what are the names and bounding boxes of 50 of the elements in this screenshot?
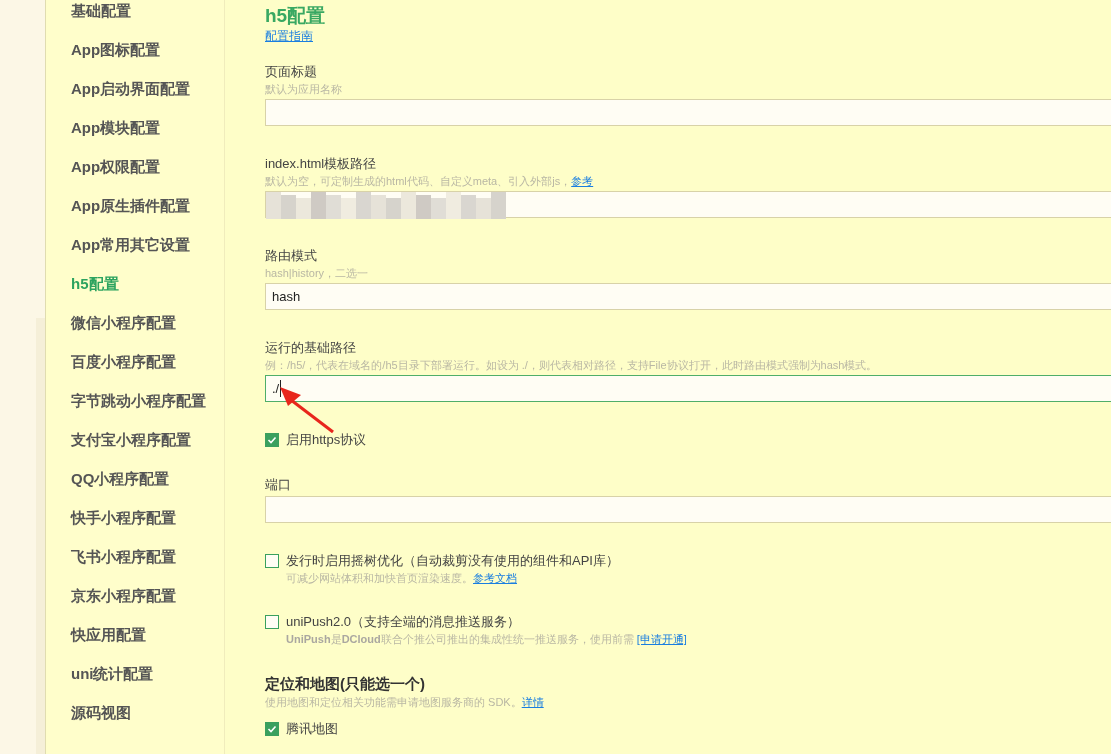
sidebar-item[interactable]: 微信小程序配置 [46,304,224,343]
sidebar-item[interactable]: 支付宝小程序配置 [46,421,224,460]
input-field[interactable] [265,496,1111,523]
sidebar-item[interactable]: App模块配置 [46,109,224,148]
check-icon [267,724,277,734]
checkbox[interactable] [265,433,279,447]
hint-text: 默认为空，可定制生成的html代码、自定义meta、引入外部js，参考 [265,174,595,189]
sidebar-item[interactable]: 快应用配置 [46,616,224,655]
sidebar-item[interactable]: 飞书小程序配置 [46,538,224,577]
sidebar-item[interactable]: 基础配置 [46,0,224,31]
check-icon [267,435,277,445]
sidebar-item[interactable]: App原生插件配置 [46,187,224,226]
field-label: 端口 [265,476,292,494]
sidebar-item[interactable]: App权限配置 [46,148,224,187]
page-title: h5配置 [265,4,327,28]
hint-link[interactable]: 详情 [521,696,544,708]
sidebar-item[interactable]: App常用其它设置 [46,226,224,265]
hint-link[interactable]: 参考文档 [473,572,517,584]
hint-text: 可减少网站体积和加快首页渲染速度。参考文档 [285,571,518,586]
checkbox[interactable] [265,722,279,736]
sidebar-item[interactable]: App启动界面配置 [46,70,224,109]
sidebar-item[interactable]: App图标配置 [46,31,224,70]
checkbox-label: 启用https协议 [286,431,367,449]
sidebar-item[interactable]: 源码视图 [46,694,224,733]
field-label: index.html模板路径 [265,155,378,173]
checkbox[interactable] [265,615,279,629]
hint-link[interactable]: 参考 [571,175,594,187]
field-label: 运行的基础路径 [265,339,357,357]
checkbox-label: 腾讯地图 [286,720,338,738]
input-field[interactable]: hash [265,283,1111,310]
hint-text: 使用地图和定位相关功能需申请地图服务商的 SDK。详情 [265,695,545,710]
sidebar-item[interactable]: 百度小程序配置 [46,343,224,382]
sidebar-item[interactable]: 京东小程序配置 [46,577,224,616]
input-field[interactable] [265,191,1111,218]
hint-link[interactable]: [申请开通] [636,633,687,645]
sidebar-item[interactable]: 快手小程序配置 [46,499,224,538]
sidebar-item[interactable]: uni统计配置 [46,655,224,694]
sidebar-item[interactable]: QQ小程序配置 [46,460,224,499]
checkbox-label: 发行时启用摇树优化（自动裁剪没有使用的组件和API库） [286,552,619,570]
guide-link[interactable]: 配置指南 [265,28,313,45]
field-label: 路由模式 [265,247,318,265]
hint-text: 默认为应用名称 [265,82,343,97]
hint-text: 例：/h5/，代表在域名的/h5目录下部署运行。如设为 ./，则代表相对路径，支持File协议打开，此时路由模式强制为hash模式。 [265,358,879,373]
input-field[interactable]: ./ [265,375,1111,402]
field-label: 页面标题 [265,63,318,81]
sidebar-item[interactable]: 字节跳动小程序配置 [46,382,224,421]
section-title: 定位和地图(只能选一个) [265,674,426,694]
checkbox[interactable] [265,554,279,568]
checkbox-label: uniPush2.0（支持全端的消息推送服务） [286,613,521,631]
input-field[interactable] [265,99,1111,126]
